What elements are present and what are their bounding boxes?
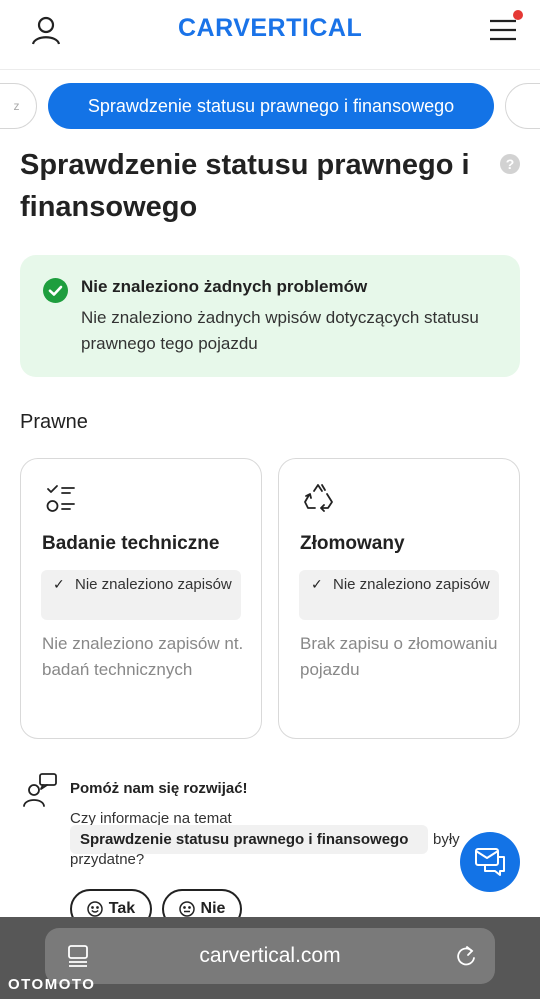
- notification-dot: [513, 10, 523, 20]
- card-description: Nie znaleziono zapisów nt. badań technic…: [42, 634, 244, 679]
- section-tabs: z Sprawdzenie statusu prawnego i finanso…: [0, 70, 540, 145]
- card-description: Brak zapisu o złomowaniu pojazdu: [300, 634, 498, 679]
- section-title-legal: Prawne: [20, 411, 88, 433]
- hamburger-menu-icon[interactable]: [488, 16, 518, 44]
- page-title: Sprawdzenie statusu prawnego i finansowe…: [20, 149, 470, 223]
- tab-previous-label: z: [13, 99, 20, 113]
- reload-icon[interactable]: [455, 944, 477, 968]
- recycle-icon: [304, 484, 333, 512]
- status-badge: ✓ Nie znaleziono zapisów: [41, 570, 241, 620]
- checkmark-icon: ✓: [311, 576, 323, 592]
- card-technical-inspection[interactable]: Badanie techniczne ✓ Nie znaleziono zapi…: [20, 458, 262, 739]
- alert-text: Nie znaleziono żadnych wpisów dotyczącyc…: [81, 308, 479, 353]
- app-header: CARVERTICAL: [0, 0, 540, 70]
- check-circle-icon: [43, 278, 68, 303]
- feedback-question-mid: były: [433, 831, 460, 848]
- alert-title: Nie znaleziono żadnych problemów: [81, 277, 368, 296]
- help-icon[interactable]: ?: [500, 154, 520, 174]
- feedback-yes-label: Tak: [108, 900, 136, 917]
- address-bar[interactable]: carvertical.com: [45, 928, 495, 984]
- chat-button[interactable]: [460, 832, 520, 892]
- no-problems-alert: Nie znaleziono żadnych problemów Nie zna…: [20, 255, 520, 377]
- tab-previous[interactable]: z: [0, 83, 37, 129]
- tab-next[interactable]: [505, 83, 540, 129]
- checkmark-icon: ✓: [53, 576, 65, 592]
- checklist-icon: [46, 485, 75, 512]
- user-icon[interactable]: [30, 14, 62, 46]
- status-badge-text: Nie znaleziono zapisów: [333, 576, 490, 593]
- neutral-face-icon: [178, 901, 195, 917]
- browser-bottom-bar: carvertical.com OTOMOTO: [0, 917, 540, 999]
- smile-icon: [87, 901, 103, 917]
- tab-legal-financial-status[interactable]: Sprawdzenie statusu prawnego i finansowe…: [48, 83, 494, 129]
- feedback-question-end: przydatne?: [70, 851, 145, 868]
- otomoto-watermark: OTOMOTO: [8, 976, 96, 993]
- status-badge-text: Nie znaleziono zapisów: [75, 576, 232, 593]
- carvertical-logo[interactable]: CARVERTICAL: [178, 14, 362, 43]
- feedback-topic-chip: Sprawdzenie statusu prawnego i finansowe…: [70, 825, 428, 854]
- chat-icon: [475, 848, 505, 876]
- feedback-people-icon: [23, 773, 57, 807]
- feedback-no-label: Nie: [200, 900, 226, 917]
- card-scrapped[interactable]: Złomowany ✓ Nie znaleziono zapisów Brak …: [278, 458, 520, 739]
- card-title: Badanie techniczne: [42, 533, 220, 554]
- card-title: Złomowany: [300, 533, 405, 554]
- url-text[interactable]: carvertical.com: [45, 944, 495, 968]
- status-badge: ✓ Nie znaleziono zapisów: [299, 570, 499, 620]
- feedback-title: Pomóż nam się rozwijać!: [70, 780, 248, 797]
